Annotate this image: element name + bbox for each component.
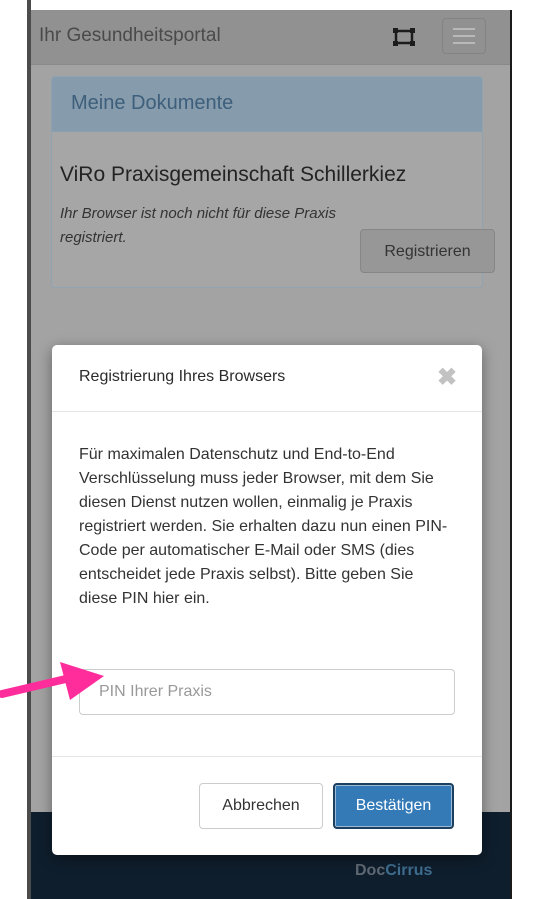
register-button[interactable]: Registrieren (360, 229, 495, 273)
registration-note: Ihr Browser ist noch nicht für diese Pra… (60, 205, 336, 246)
brand-logo: DocCirrus (355, 862, 432, 880)
registration-modal: Registrierung Ihres Browsers ✖ Für maxim… (52, 345, 482, 855)
brand-part-doc: Doc (355, 862, 386, 879)
screen-edge-left (27, 0, 31, 899)
cancel-button[interactable]: Abbrechen (199, 783, 323, 829)
navbar: Ihr Gesundheitsportal (31, 10, 510, 65)
panel-title: Meine Dokumente (71, 92, 234, 114)
pin-input[interactable] (79, 669, 455, 715)
close-icon[interactable]: ✖ (437, 366, 457, 390)
modal-footer-divider (52, 756, 482, 757)
screen-edge-right (510, 10, 512, 899)
hamburger-menu-icon[interactable] (442, 18, 486, 54)
top-bar-strip (27, 0, 512, 10)
confirm-button[interactable]: Bestätigen (333, 783, 454, 829)
fullscreen-icon[interactable] (392, 27, 416, 47)
portal-title[interactable]: Ihr Gesundheitsportal (39, 25, 221, 47)
modal-header: Registrierung Ihres Browsers ✖ (52, 345, 482, 412)
panel-heading: Meine Dokumente (52, 77, 482, 132)
pointer-arrow-icon (0, 662, 104, 700)
brand-part-cirrus: Cirrus (385, 862, 433, 879)
modal-title: Registrierung Ihres Browsers (79, 368, 286, 385)
modal-description: Für maximalen Datenschutz und End-to-End… (79, 446, 448, 607)
practice-name: ViRo Praxisgemeinschaft Schillerkiez (60, 163, 407, 186)
